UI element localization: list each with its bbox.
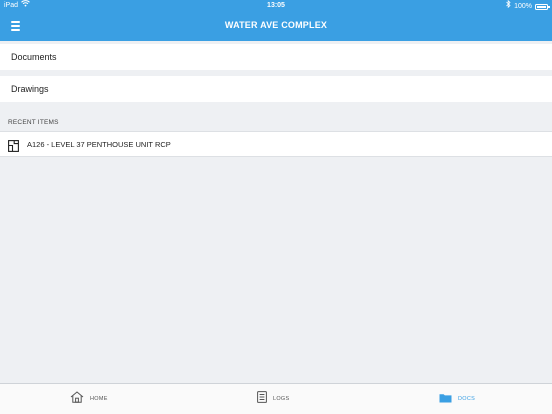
tab-docs-label: DOCS	[458, 396, 476, 402]
menu-item-drawings[interactable]: Drawings	[0, 76, 552, 102]
nav-bar: WATER AVE COMPLEX	[0, 12, 552, 41]
logs-icon	[257, 390, 267, 408]
menu-item-label: Drawings	[11, 84, 49, 94]
tab-home[interactable]: HOME	[70, 384, 108, 414]
recent-item[interactable]: A126 - LEVEL 37 PENTHOUSE UNIT RCP	[0, 131, 552, 157]
menu-item-label: Documents	[11, 52, 57, 62]
battery-icon	[535, 3, 550, 10]
top-bar: iPad 13:05 100% WATER AVE COMPLEX	[0, 0, 552, 41]
battery-percent: 100%	[514, 2, 532, 10]
home-icon	[70, 390, 84, 408]
tab-home-label: HOME	[90, 396, 108, 402]
recent-item-label: A126 - LEVEL 37 PENTHOUSE UNIT RCP	[27, 140, 171, 149]
tab-docs[interactable]: DOCS	[439, 384, 475, 414]
tab-logs[interactable]: LOGS	[257, 384, 289, 414]
floorplan-icon	[8, 139, 19, 152]
status-time: 13:05	[267, 2, 285, 9]
status-bar: iPad 13:05 100%	[0, 0, 552, 12]
menu-item-documents[interactable]: Documents	[0, 44, 552, 70]
page-title: WATER AVE COMPLEX	[224, 20, 328, 30]
tab-bar: HOME LOGS DOCS	[0, 383, 552, 414]
tab-logs-label: LOGS	[273, 396, 290, 402]
section-header-recent: RECENT ITEMS	[8, 119, 59, 126]
folder-icon	[439, 390, 452, 408]
